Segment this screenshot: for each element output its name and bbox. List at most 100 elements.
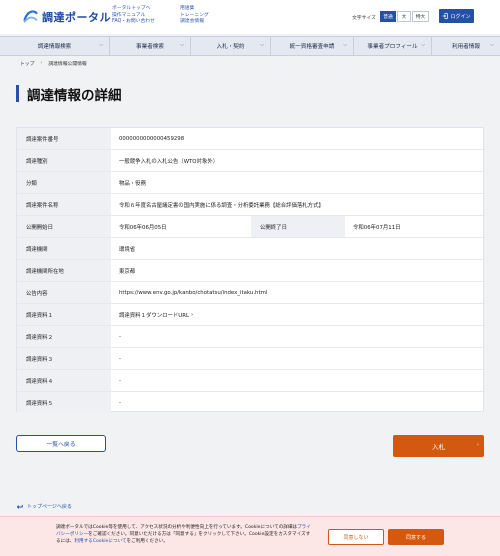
bid-label: 入札 xyxy=(432,443,445,451)
font-size-label: 文字サイズ xyxy=(352,16,376,21)
back-to-list-button[interactable]: 一覧へ戻る xyxy=(16,435,106,452)
bid-button[interactable]: 入札 › xyxy=(393,435,484,457)
page-title: 調達情報の詳細 xyxy=(27,87,122,104)
nav-item-business-search[interactable]: 事業者検索 ⌵ xyxy=(110,37,191,55)
glossary-link[interactable]: 用語集 xyxy=(180,6,209,13)
cookie-message: 調達ポータルではCookie等を使用して、アクセス状況の分析や利便性向上を行って… xyxy=(56,524,314,546)
cookie-accept-button[interactable]: 同意する xyxy=(388,529,444,545)
table-row: 公告内容 https://www.env.go.jp/kanbo/chotats… xyxy=(17,282,485,304)
back-to-top-link[interactable]: トップページへ戻る xyxy=(16,503,72,510)
agency-value: 環境省 xyxy=(119,246,136,253)
table-row: 調達資料３ - xyxy=(17,348,485,370)
table-row: 調達資料４ - xyxy=(17,370,485,392)
portal-top-link[interactable]: ポータルトップへ xyxy=(112,6,155,13)
case-number-value: 0000000000000459298 xyxy=(119,135,185,142)
font-size-large-button[interactable]: 大 xyxy=(397,11,411,22)
page-title-block: 調達情報の詳細 xyxy=(16,85,122,104)
cookie-text-1: 調達ポータルではCookie等を使用して、アクセス状況の分析や利便性向上を行って… xyxy=(56,525,298,530)
cookie-text-3: をご利用ください。 xyxy=(126,539,168,545)
chevron-right-icon: › xyxy=(477,442,479,448)
global-nav: 調達情報検索 ⌵ 事業者検索 ⌵ 入札・契約 ⌵ 統一資格審査申請 ⌵ 事業者プ… xyxy=(0,36,500,56)
breadcrumb-top[interactable]: トップ xyxy=(20,60,34,67)
row-header: 調達資料５ xyxy=(17,392,111,413)
doc5-value: - xyxy=(119,399,121,406)
row-header: 調達種別 xyxy=(17,150,111,171)
chevron-down-icon: ⌵ xyxy=(421,42,425,48)
site-header: 調達ポータル ポータルトップへ 操作マニュアル FAQ・お問い合わせ 用語集 ト… xyxy=(0,0,500,34)
start-date-value: 令和06年06月05日 xyxy=(119,224,167,231)
site-logo[interactable]: 調達ポータル xyxy=(22,8,111,25)
row-header: 調達案件番号 xyxy=(17,128,111,149)
nav-label: 調達情報検索 xyxy=(37,44,72,50)
logo-text: 調達ポータル xyxy=(42,10,111,24)
row-header: 調達資料２ xyxy=(17,326,111,347)
nav-item-bid-contract[interactable]: 入札・契約 ⌵ xyxy=(191,37,271,55)
row-header: 公開終了日 xyxy=(251,216,345,237)
login-icon xyxy=(443,13,449,19)
details-table: 調達案件番号 0000000000000459298 調達種別 一般競争入札の入… xyxy=(16,127,485,413)
table-row: 調達案件番号 0000000000000459298 xyxy=(17,128,485,150)
nav-label: 事業者検索 xyxy=(136,44,164,50)
procurement-info-link[interactable]: 調達会情報 xyxy=(180,19,209,26)
nav-item-business-profile[interactable]: 事業者プロフィール ⌵ xyxy=(354,37,432,55)
location-value: 東京都 xyxy=(119,268,136,275)
doc1-link-label: 調達資料１ダウンロードURL xyxy=(119,312,189,319)
external-chevron-icon: › xyxy=(191,311,194,318)
chevron-down-icon: ⌵ xyxy=(180,42,184,48)
back-to-top-label: トップページへ戻る xyxy=(27,504,72,510)
row-header: 公開開始日 xyxy=(17,216,111,237)
end-date-value: 令和06年07月11日 xyxy=(353,224,401,231)
notice-value: https://www.env.go.jp/kanbo/chotatsu/ind… xyxy=(119,289,268,296)
breadcrumb: トップ › 調達情報公開情報 xyxy=(20,60,87,67)
login-button[interactable]: ログイン xyxy=(439,9,474,23)
row-header: 調達機関 xyxy=(17,238,111,259)
table-row: 調達種別 一般競争入札の入札公告（WTO対象外） xyxy=(17,150,485,172)
type-value: 一般競争入札の入札公告（WTO対象外） xyxy=(119,158,219,165)
nav-item-user-info[interactable]: 利用者情報 ⌵ xyxy=(432,37,500,55)
nav-item-procurement-search[interactable]: 調達情報検索 ⌵ xyxy=(0,37,110,55)
cookie-settings-link[interactable]: 利用するCookieについて xyxy=(74,539,126,544)
cookie-banner: 調達ポータルではCookie等を使用して、アクセス状況の分析や利便性向上を行って… xyxy=(0,516,500,556)
chevron-down-icon: ⌵ xyxy=(260,42,264,48)
table-row: 調達案件名称 令和６年度名古屋議定書の国内実施に係る調査・分析委託業務【総合評価… xyxy=(17,194,485,216)
row-header: 調達資料４ xyxy=(17,370,111,391)
nav-label: 利用者情報 xyxy=(452,44,480,50)
case-name-value: 令和６年度名古屋議定書の国内実施に係る調査・分析委託業務【総合評価落札方式】 xyxy=(119,202,324,209)
row-header: 調達資料３ xyxy=(17,348,111,369)
return-arrow-icon xyxy=(16,504,23,509)
nav-label: 統一資格審査申請 xyxy=(289,44,335,50)
row-header: 調達資料１ xyxy=(17,304,111,325)
chevron-down-icon: ⌵ xyxy=(99,42,103,48)
doc2-value: - xyxy=(119,333,121,340)
doc1-download-link[interactable]: 調達資料１ダウンロードURL › xyxy=(111,304,193,325)
row-header: 調達機関所在地 xyxy=(17,260,111,281)
font-size-xlarge-button[interactable]: 特大 xyxy=(412,11,429,22)
doc4-value: - xyxy=(119,377,121,384)
nav-label: 入札・契約 xyxy=(216,44,245,50)
chevron-down-icon: ⌵ xyxy=(490,42,494,48)
chevron-down-icon: ⌵ xyxy=(343,42,347,48)
row-header: 分類 xyxy=(17,172,111,193)
table-row: 分類 物品・役務 xyxy=(17,172,485,194)
table-row: 調達資料１ 調達資料１ダウンロードURL › xyxy=(17,304,485,326)
breadcrumb-current: 調達情報公開情報 xyxy=(48,62,87,67)
logo-mark-icon xyxy=(23,10,38,23)
row-header: 調達案件名称 xyxy=(17,194,111,215)
row-header: 公告内容 xyxy=(17,282,111,303)
login-label: ログイン xyxy=(450,13,471,20)
breadcrumb-separator-icon: › xyxy=(40,61,43,66)
nav-item-qualification[interactable]: 統一資格審査申請 ⌵ xyxy=(271,37,354,55)
faq-link[interactable]: FAQ・お問い合わせ xyxy=(112,19,155,26)
title-accent-bar xyxy=(16,85,19,102)
table-row: 調達資料５ - xyxy=(17,392,485,413)
table-row: 調達機関 環境省 xyxy=(17,238,485,260)
font-size-normal-button[interactable]: 普通 xyxy=(380,11,396,22)
table-row: 公開開始日 令和06年06月05日 公開終了日 令和06年07月11日 xyxy=(17,216,485,238)
category-value: 物品・役務 xyxy=(119,180,146,187)
table-row: 調達機関所在地 東京都 xyxy=(17,260,485,282)
cookie-reject-button[interactable]: 同意しない xyxy=(328,529,384,545)
doc3-value: - xyxy=(119,355,121,362)
header-links-secondary: 用語集 トレーニング 調達会情報 xyxy=(180,6,209,26)
header-links-primary: ポータルトップへ 操作マニュアル FAQ・お問い合わせ xyxy=(112,6,155,26)
nav-label: 事業者プロフィール xyxy=(367,44,418,50)
